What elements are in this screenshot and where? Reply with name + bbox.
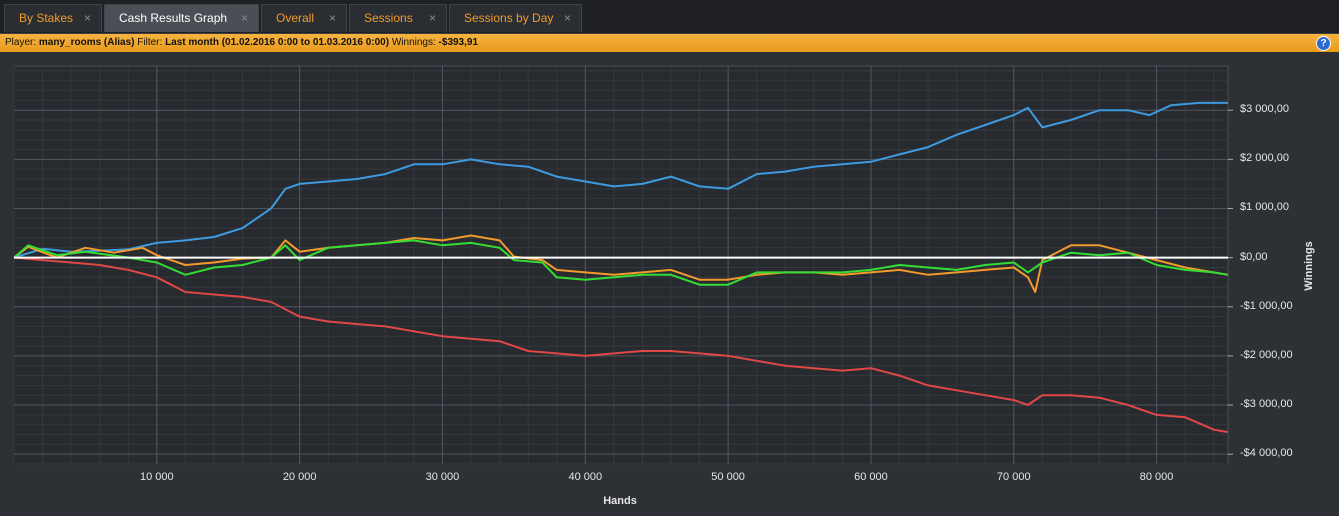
y-tick-label: $0,00 (1240, 250, 1268, 263)
help-icon[interactable]: ? (1316, 36, 1331, 51)
close-icon[interactable]: × (329, 5, 336, 32)
close-icon[interactable]: × (429, 5, 436, 32)
tab-label: Cash Results Graph (119, 11, 228, 25)
x-tick-label: 70 000 (996, 471, 1031, 483)
close-icon[interactable]: × (84, 5, 91, 32)
tab-sessions[interactable]: Sessions × (349, 4, 447, 32)
tab-overall[interactable]: Overall × (261, 4, 347, 32)
cash-results-chart: Hands Winnings 10 000 20 000 30 000 40 000 5… (0, 54, 1339, 516)
x-tick-label: 60 000 (854, 471, 888, 483)
tab-label: Sessions (364, 11, 413, 25)
y-tick-label: -$4 000,00 (1240, 447, 1293, 460)
winnings-label: Winnings: (391, 37, 436, 48)
tab-label: By Stakes (19, 11, 74, 25)
x-tick-label: 30 000 (425, 471, 460, 483)
y-tick-label: $1 000,00 (1240, 201, 1289, 214)
tab-label: Sessions by Day (464, 11, 554, 25)
y-tick-label: $2 000,00 (1240, 152, 1289, 165)
x-tick-label: 80 000 (1139, 471, 1174, 483)
y-tick-label: $3 000,00 (1240, 103, 1289, 116)
filter-label: Filter: (137, 37, 163, 48)
player-value: many_rooms (Alias) (38, 37, 135, 48)
x-tick-label: 50 000 (711, 471, 745, 483)
tab-bar: By Stakes × Cash Results Graph × Overall… (0, 0, 1339, 34)
filter-value: Last month (01.02.2016 0:00 to 01.03.201… (165, 37, 390, 48)
x-axis-title: Hands (603, 495, 637, 507)
player-label: Player: (5, 37, 37, 48)
winnings-value: -$393,91 (438, 37, 479, 48)
tab-by-stakes[interactable]: By Stakes × (4, 4, 102, 32)
filter-bar: Player: many_rooms (Alias) Filter: Last … (0, 34, 1339, 52)
tab-label: Overall (276, 11, 315, 25)
y-tick-label: -$3 000,00 (1240, 398, 1293, 411)
close-icon[interactable]: × (241, 5, 248, 32)
y-axis-title: Winnings (1303, 241, 1315, 291)
tab-cash-results-graph[interactable]: Cash Results Graph × (104, 4, 259, 32)
y-tick-label: -$2 000,00 (1240, 348, 1293, 361)
x-tick-label: 20 000 (282, 471, 317, 483)
chart-canvas (13, 65, 1233, 465)
y-tick-label: -$1 000,00 (1240, 299, 1293, 312)
x-tick-label: 40 000 (568, 471, 603, 483)
close-icon[interactable]: × (564, 5, 571, 32)
tab-sessions-by-day[interactable]: Sessions by Day × (449, 4, 582, 32)
x-tick-label: 10 000 (139, 471, 174, 483)
